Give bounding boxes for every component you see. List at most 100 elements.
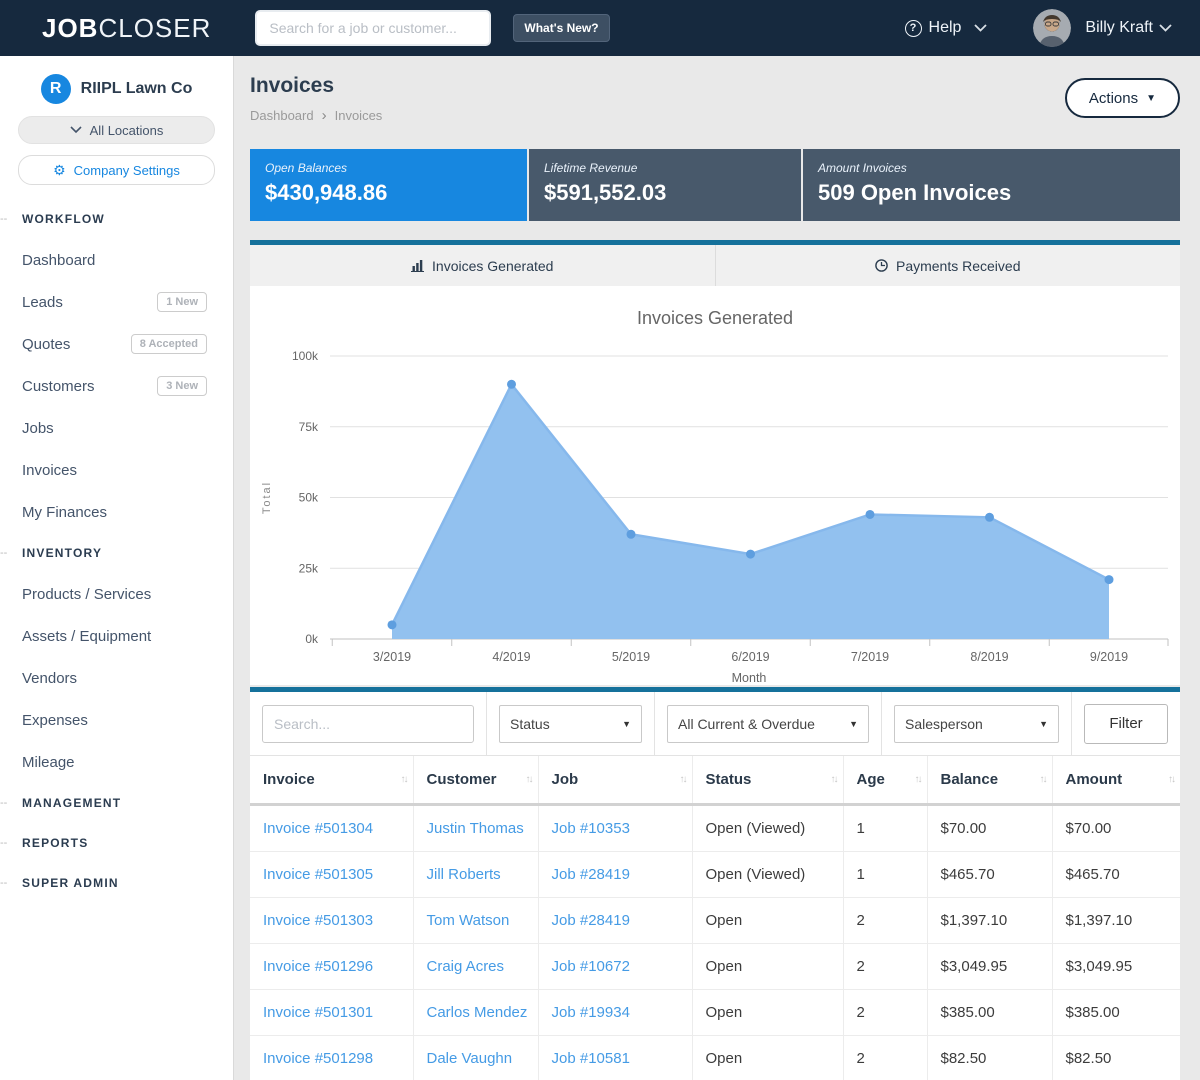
svg-text:25k: 25k: [299, 561, 319, 575]
column-header-age[interactable]: ↑↓Age: [843, 756, 927, 805]
breadcrumb-dashboard[interactable]: Dashboard: [250, 108, 314, 123]
column-header-job[interactable]: ↑↓ Job: [538, 756, 692, 805]
invoice-link[interactable]: Invoice #501301: [263, 1004, 373, 1021]
breadcrumb-separator-icon: ›: [322, 107, 327, 124]
company-row[interactable]: R RIIPL Lawn Co: [0, 74, 233, 104]
status-cell: Open: [692, 990, 843, 1036]
chevron-down-icon: [974, 24, 987, 32]
column-header-amount[interactable]: ↑↓Amount: [1052, 756, 1180, 805]
sidebar-section-reports[interactable]: REPORTS: [0, 823, 233, 863]
job-cell: Job #28419: [538, 898, 692, 944]
company-settings-button[interactable]: ⚙ Company Settings: [18, 155, 215, 185]
invoice-link[interactable]: Invoice #501304: [263, 820, 373, 837]
customer-link[interactable]: Craig Acres: [427, 958, 505, 975]
svg-text:Total: Total: [261, 481, 273, 514]
actions-button[interactable]: Actions ▼: [1065, 78, 1180, 118]
table-row: Invoice #501301 Carlos Mendez Job #19934 Op…: [250, 990, 1180, 1036]
tab-invoices-generated[interactable]: Invoices Generated: [250, 245, 715, 286]
svg-text:7/2019: 7/2019: [851, 650, 889, 664]
invoice-link[interactable]: Invoice #501303: [263, 912, 373, 929]
sidebar-item-expenses[interactable]: Expenses: [0, 699, 233, 741]
customer-link[interactable]: Jill Roberts: [427, 866, 501, 883]
sidebar-item-assets-equipment[interactable]: Assets / Equipment: [0, 615, 233, 657]
stat-cards: Open Balances$430,948.86Lifetime Revenue…: [250, 149, 1180, 221]
salesperson-select[interactable]: Salesperson ▼: [894, 705, 1059, 743]
tab-payments-received[interactable]: Payments Received: [715, 245, 1181, 286]
salesperson-select-value: Salesperson: [905, 716, 983, 732]
sidebar-section-management[interactable]: MANAGEMENT: [0, 783, 233, 823]
sidebar-item-invoices[interactable]: Invoices: [0, 449, 233, 491]
company-name: RIIPL Lawn Co: [81, 80, 193, 98]
age-cell: 2: [843, 1036, 927, 1080]
sidebar-item-products-services[interactable]: Products / Services: [0, 573, 233, 615]
invoice-link[interactable]: Invoice #501298: [263, 1050, 373, 1067]
status-cell: Open (Viewed): [692, 852, 843, 898]
sidebar-section-label: REPORTS: [22, 836, 88, 850]
column-header-status[interactable]: ↑↓Status: [692, 756, 843, 805]
stat-card-amount-invoices: Amount Invoices509 Open Invoices: [803, 149, 1180, 221]
column-header-label: Job: [552, 771, 579, 788]
job-link[interactable]: Job #10672: [552, 958, 630, 975]
svg-text:8/2019: 8/2019: [970, 650, 1008, 664]
current-overdue-select[interactable]: All Current & Overdue ▼: [667, 705, 869, 743]
sort-icon: ↑↓: [831, 771, 837, 785]
customer-link[interactable]: Justin Thomas: [427, 820, 524, 837]
help-menu[interactable]: ? Help: [905, 19, 988, 37]
invoice-cell: Invoice #501301: [250, 990, 413, 1036]
sidebar-section-inventory[interactable]: INVENTORY: [0, 533, 233, 573]
sidebar-item-my-finances[interactable]: My Finances: [0, 491, 233, 533]
sort-icon: ↑↓: [915, 771, 921, 785]
sidebar-item-leads[interactable]: Leads1 New: [0, 281, 233, 323]
customer-cell: Carlos Mendez: [413, 990, 538, 1036]
sidebar-item-quotes[interactable]: Quotes8 Accepted: [0, 323, 233, 365]
invoice-link[interactable]: Invoice #501305: [263, 866, 373, 883]
column-header-balance[interactable]: ↑↓Balance: [927, 756, 1052, 805]
main-content: Invoices Dashboard › Invoices Actions ▼ …: [235, 56, 1200, 1080]
whats-new-button[interactable]: What's New?: [513, 14, 609, 42]
sidebar-item-label: Quotes: [22, 336, 70, 353]
column-header-invoice[interactable]: ↑↓Invoice: [250, 756, 413, 805]
job-link[interactable]: Job #10353: [552, 820, 630, 837]
user-menu[interactable]: Billy Kraft: [1085, 19, 1172, 37]
sort-icon: ↑↓: [1040, 771, 1046, 785]
stat-card-label: Lifetime Revenue: [544, 161, 786, 175]
chart-body: Invoices Generated 0k25k50k75k100k3/2019…: [250, 286, 1180, 685]
table-search-input[interactable]: [262, 705, 474, 743]
global-search-input[interactable]: [255, 10, 491, 46]
invoice-cell: Invoice #501298: [250, 1036, 413, 1080]
invoice-cell: Invoice #501296: [250, 944, 413, 990]
top-navbar: JOBCLOSER What's New? ? Help Billy Kraft: [0, 0, 1200, 56]
invoice-link[interactable]: Invoice #501296: [263, 958, 373, 975]
sidebar-item-customers[interactable]: Customers3 New: [0, 365, 233, 407]
sidebar-item-mileage[interactable]: Mileage: [0, 741, 233, 783]
amount-cell: $82.50: [1052, 1036, 1180, 1080]
customer-link[interactable]: Tom Watson: [427, 912, 510, 929]
customer-link[interactable]: Dale Vaughn: [427, 1050, 513, 1067]
age-cell: 1: [843, 805, 927, 852]
sidebar-section-super-admin[interactable]: SUPER ADMIN: [0, 863, 233, 903]
status-select[interactable]: Status ▼: [499, 705, 642, 743]
sidebar-item-label: Vendors: [22, 670, 77, 687]
sort-icon: ↑↓: [680, 771, 686, 785]
table-row: Invoice #501305 Jill Roberts Job #28419 Ope…: [250, 852, 1180, 898]
tab-label: Payments Received: [896, 258, 1021, 274]
sidebar-item-dashboard[interactable]: Dashboard: [0, 239, 233, 281]
invoices-table: ↑↓Invoice↑↓Customer↑↓Job↑↓Status↑↓Age↑↓B…: [250, 756, 1180, 1080]
job-link[interactable]: Job #28419: [552, 866, 630, 883]
sort-icon: ↑↓: [526, 771, 532, 785]
sidebar-section-workflow[interactable]: WORKFLOW: [0, 199, 233, 239]
sidebar-section-label: SUPER ADMIN: [22, 876, 119, 890]
job-link[interactable]: Job #10581: [552, 1050, 630, 1067]
sidebar-item-jobs[interactable]: Jobs: [0, 407, 233, 449]
app-logo[interactable]: JOBCLOSER: [42, 13, 211, 44]
filter-button-cell: Filter: [1072, 692, 1181, 755]
column-header-customer[interactable]: ↑↓Customer: [413, 756, 538, 805]
sidebar-item-vendors[interactable]: Vendors: [0, 657, 233, 699]
job-link[interactable]: Job #19934: [552, 1004, 630, 1021]
job-link[interactable]: Job #28419: [552, 912, 630, 929]
customer-link[interactable]: Carlos Mendez: [427, 1004, 528, 1021]
all-locations-dropdown[interactable]: All Locations: [18, 116, 215, 144]
status-cell: Open (Viewed): [692, 805, 843, 852]
avatar[interactable]: [1033, 9, 1071, 47]
filter-button[interactable]: Filter: [1084, 704, 1168, 744]
